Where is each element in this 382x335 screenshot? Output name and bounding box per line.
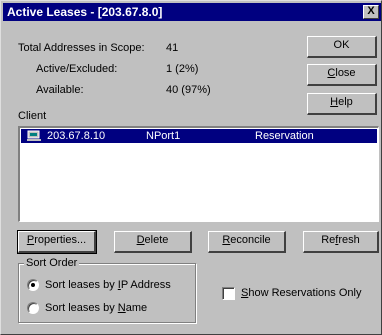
available-value: 40 (97%): [166, 84, 211, 96]
active-excluded-value: 1 (2%): [166, 63, 199, 75]
client-type: Reservation: [255, 130, 314, 142]
delete-label: elete: [144, 234, 169, 246]
sort-by-name-rest: ame: [125, 302, 148, 314]
ok-button-label: OK: [333, 39, 350, 51]
sort-by-name-label[interactable]: Sort leases by Name: [45, 302, 147, 315]
show-reservations-checkbox[interactable]: [222, 287, 235, 300]
delete-mnemonic: D: [136, 234, 145, 246]
properties-label: roperties...: [34, 234, 87, 246]
sort-by-ip-rest: P Address: [120, 279, 171, 291]
show-reservations-label[interactable]: Show Reservations Only: [241, 287, 361, 300]
properties-button[interactable]: Properties...: [17, 230, 97, 254]
client-name: NPort1: [146, 130, 181, 142]
sort-order-title: Sort Order: [24, 257, 80, 270]
show-reservations-rest: how Reservations Only: [248, 287, 362, 299]
refresh-button[interactable]: Refresh: [303, 231, 379, 253]
ok-button[interactable]: OK: [307, 36, 377, 58]
close-window-button[interactable]: X: [363, 5, 379, 19]
available-label: Available:: [36, 84, 84, 96]
client-list-header: Client: [18, 110, 47, 122]
computer-icon: [27, 130, 41, 142]
help-label: elp: [338, 96, 353, 108]
delete-button[interactable]: Delete: [114, 231, 192, 253]
help-button[interactable]: Help: [307, 93, 377, 115]
reconcile-label: econcile: [230, 234, 271, 246]
sort-by-ip-pre: Sort leases by: [45, 279, 118, 291]
close-button[interactable]: Close: [307, 64, 377, 86]
active-leases-dialog: Active Leases - [203.67.8.0] X Total Add…: [0, 0, 382, 335]
sort-by-ip-label[interactable]: Sort leases by IP Address: [45, 279, 171, 292]
sort-by-name-pre: Sort leases by: [45, 302, 118, 314]
sort-by-ip-radio[interactable]: [27, 279, 39, 291]
refresh-label-pre: Re: [321, 234, 336, 246]
close-icon: X: [367, 5, 375, 17]
total-addresses-label: Total Addresses in Scope:: [18, 42, 145, 54]
reconcile-button[interactable]: Reconcile: [208, 231, 286, 253]
client-listbox[interactable]: 203.67.8.10 NPort1 Reservation: [18, 126, 379, 222]
active-excluded-label: Active/Excluded:: [36, 63, 118, 75]
window-title: Active Leases - [203.67.8.0]: [7, 5, 163, 19]
total-addresses-value: 41: [166, 42, 179, 54]
refresh-label-rest: resh: [338, 234, 360, 246]
client-ip: 203.67.8.10: [47, 130, 106, 142]
sort-by-name-mnemonic: N: [117, 302, 126, 314]
help-mnemonic: H: [330, 96, 339, 108]
close-label: lose: [335, 67, 356, 79]
title-bar: Active Leases - [203.67.8.0] X: [3, 3, 381, 21]
radio-selected-dot: [31, 283, 35, 287]
sort-by-name-radio[interactable]: [27, 302, 39, 314]
list-item[interactable]: 203.67.8.10 NPort1 Reservation: [21, 129, 377, 143]
